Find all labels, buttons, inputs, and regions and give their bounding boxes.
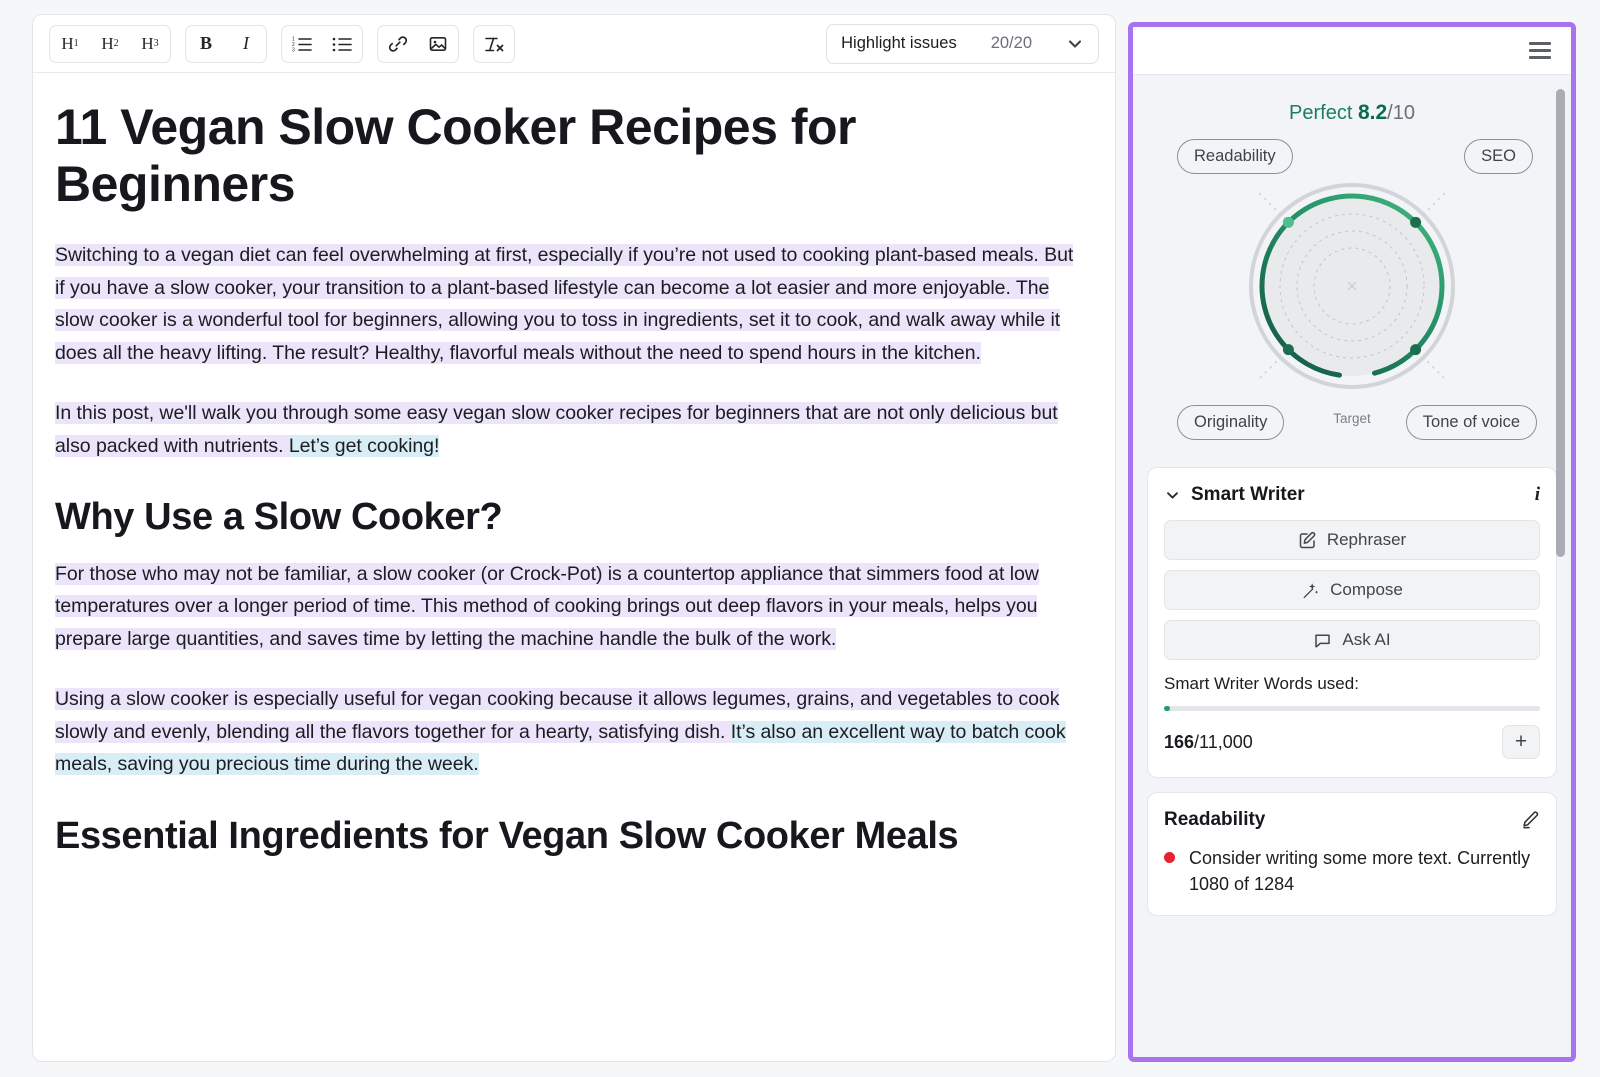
score-gauge-chart <box>1249 183 1455 389</box>
gauge-dot-tone <box>1410 344 1422 356</box>
highlight-issues-wrapper: Highlight issues 20/20 <box>826 23 1099 64</box>
toolbar-group-insert <box>377 24 459 63</box>
highlight-span: In this post, we'll walk you through som… <box>55 402 1058 457</box>
smart-writer-header: Smart Writer i <box>1164 484 1540 506</box>
ask-ai-label: Ask AI <box>1342 630 1391 649</box>
progress-fill <box>1164 706 1170 711</box>
ordered-list-icon[interactable]: 1 2 3 <box>282 26 322 62</box>
readability-issue-item: Consider writing some more text. Current… <box>1164 845 1540 897</box>
rephraser-button[interactable]: Rephraser <box>1164 520 1540 560</box>
overall-score: Perfect 8.2/10 <box>1147 75 1557 125</box>
highlight-span: Switching to a vegan diet can feel overw… <box>55 244 1074 364</box>
readability-issue-text: Consider writing some more text. Current… <box>1189 848 1531 894</box>
assistant-header <box>1133 27 1571 75</box>
smart-writer-card: Smart Writer i Rephraser Compose Ask AI … <box>1147 467 1557 778</box>
toolbar-group-lists: 1 2 3 <box>281 24 363 63</box>
score-word: Perfect <box>1289 102 1353 124</box>
chat-bubble-icon <box>1313 631 1332 650</box>
bold-icon[interactable]: B <box>186 26 226 62</box>
smart-writer-title: Smart Writer <box>1191 484 1305 505</box>
editor-toolbar: H1 H2 H3 B I 1 2 3 Highlight issues 20/2… <box>33 15 1115 73</box>
gauge-dot-readability <box>1282 216 1294 228</box>
score-value: 8.2 <box>1357 101 1388 124</box>
clear-formatting-icon[interactable] <box>474 26 514 62</box>
metric-pill-seo[interactable]: SEO <box>1464 139 1533 174</box>
compose-button[interactable]: Compose <box>1164 570 1540 610</box>
highlight-span: For those who may not be familiar, a slo… <box>55 562 1039 650</box>
readability-card: Readability Consider writing some more t… <box>1147 792 1557 916</box>
smart-writer-words-label: Smart Writer Words used: <box>1164 674 1359 693</box>
hamburger-menu-icon[interactable] <box>1525 38 1555 63</box>
pencil-icon[interactable] <box>1520 810 1540 830</box>
link-icon[interactable] <box>378 26 418 62</box>
metric-pill-originality[interactable]: Originality <box>1177 405 1285 440</box>
metric-pill-readability[interactable]: Readability <box>1177 139 1293 174</box>
h2-sub: 2 <box>113 38 119 49</box>
highlight-issues-label: Highlight issues <box>841 34 957 52</box>
readability-title: Readability <box>1164 809 1266 830</box>
ask-ai-button[interactable]: Ask AI <box>1164 620 1540 660</box>
gauge-dot-originality <box>1282 344 1294 356</box>
app-root: H1 H2 H3 B I 1 2 3 Highlight issues 20/2… <box>0 0 1600 1077</box>
paragraph-intro: Switching to a vegan diet can feel overw… <box>55 239 1085 369</box>
score-denominator: /10 <box>1387 102 1415 124</box>
heading-1-icon[interactable]: H1 <box>50 26 90 62</box>
chevron-down-icon[interactable] <box>1164 487 1181 504</box>
smart-writer-words-value: 166/11,000 <box>1164 732 1253 753</box>
toolbar-group-clear <box>473 24 515 63</box>
heading-2-icon[interactable]: H2 <box>90 26 130 62</box>
image-icon[interactable] <box>418 26 458 62</box>
smart-writer-progress-bar <box>1164 706 1540 711</box>
assistant-scrollbar[interactable] <box>1556 89 1565 557</box>
paragraph-vegan-benefits: Using a slow cooker is especially useful… <box>55 683 1085 781</box>
metric-pill-tone-of-voice[interactable]: Tone of voice <box>1405 405 1537 440</box>
readability-header: Readability <box>1164 809 1540 831</box>
chevron-down-icon <box>1066 35 1084 53</box>
smart-writer-words-row: 166/11,000 + <box>1164 725 1540 759</box>
magic-wand-icon <box>1301 581 1320 600</box>
h2-label: H <box>101 33 114 53</box>
page-title: 11 Vegan Slow Cooker Recipes for Beginne… <box>55 99 856 212</box>
document-body[interactable]: 11 Vegan Slow Cooker Recipes for Beginne… <box>33 73 1115 1061</box>
info-icon[interactable]: i <box>1535 484 1540 506</box>
paragraph-slow-cooker-definition: For those who may not be familiar, a slo… <box>55 558 1085 656</box>
compose-label: Compose <box>1330 580 1403 599</box>
highlight-issues-count: 20/20 <box>990 34 1032 52</box>
h3-sub: 3 <box>153 38 159 49</box>
editor-card: H1 H2 H3 B I 1 2 3 Highlight issues 20/2… <box>32 14 1116 1062</box>
add-words-button[interactable]: + <box>1502 725 1540 759</box>
words-used: 166 <box>1164 731 1195 752</box>
seo-assistant-panel: Perfect 8.2/10 Readability SEO Originali… <box>1128 22 1576 1062</box>
section-heading-essential-ingredients: Essential Ingredients for Vegan Slow Coo… <box>55 814 959 857</box>
h1-label: H <box>61 33 74 53</box>
gauge-target-label: Target <box>1329 411 1375 426</box>
section-heading-why-use: Why Use a Slow Cooker? <box>55 496 503 538</box>
severity-dot-icon <box>1164 852 1175 863</box>
toolbar-group-headings: H1 H2 H3 <box>49 24 171 63</box>
assistant-body: Perfect 8.2/10 Readability SEO Originali… <box>1133 75 1571 1057</box>
bullet-list-icon[interactable] <box>322 26 362 62</box>
gauge-dot-seo <box>1410 216 1422 228</box>
highlight-issues-select[interactable]: Highlight issues 20/20 <box>826 23 1099 64</box>
svg-text:3: 3 <box>292 47 295 53</box>
paragraph-post-overview: In this post, we'll walk you through som… <box>55 397 1085 462</box>
toolbar-group-style: B I <box>185 24 267 63</box>
rephraser-label: Rephraser <box>1326 530 1407 549</box>
edit-square-icon <box>1298 531 1317 550</box>
heading-3-icon[interactable]: H3 <box>130 26 170 62</box>
words-total: /11,000 <box>1194 731 1253 752</box>
h3-label: H <box>141 33 154 53</box>
metrics-gauge: Readability SEO Originality Tone of voic… <box>1147 133 1557 453</box>
italic-icon[interactable]: I <box>226 26 266 62</box>
highlight-span: Let’s get cooking! <box>288 434 440 457</box>
h1-sub: 1 <box>73 38 79 49</box>
